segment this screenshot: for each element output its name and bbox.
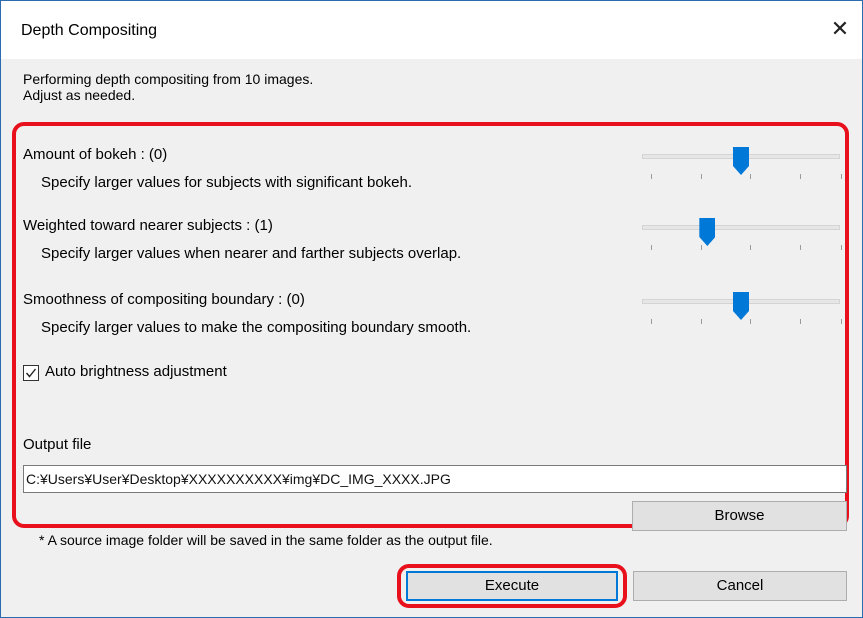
- boundary-smoothness-slider[interactable]: [642, 292, 843, 328]
- browse-button[interactable]: Browse: [632, 501, 847, 531]
- slider-track: [642, 225, 840, 230]
- intro-line-2: Adjust as needed.: [23, 87, 136, 103]
- window-title: Depth Compositing: [21, 22, 158, 39]
- title-bar: Depth Compositing ✕: [1, 1, 862, 59]
- slider-tick: [700, 174, 702, 179]
- depth-compositing-dialog: Depth Compositing ✕ Performing depth com…: [0, 0, 863, 618]
- slider-tick: [700, 245, 702, 250]
- slider-tick: [750, 319, 751, 324]
- close-icon[interactable]: ✕: [822, 11, 858, 47]
- slider-tick: [651, 319, 652, 324]
- output-file-label: Output file: [23, 436, 92, 453]
- bokeh-amount-slider[interactable]: [642, 147, 843, 183]
- output-note: * A source image folder will be saved in…: [39, 532, 493, 548]
- slider-tick: [799, 245, 801, 250]
- execute-button[interactable]: Execute: [406, 571, 618, 601]
- auto-brightness-label[interactable]: Auto brightness adjustment: [45, 363, 227, 380]
- slider-thumb[interactable]: [733, 292, 749, 320]
- slider-tick: [651, 245, 652, 250]
- auto-brightness-checkbox[interactable]: [23, 365, 39, 381]
- nearer-subjects-description: Specify larger values when nearer and fa…: [41, 245, 462, 262]
- slider-tick: [700, 319, 702, 324]
- slider-tick: [841, 174, 843, 179]
- boundary-smoothness-description: Specify larger values to make the compos…: [41, 319, 472, 336]
- nearer-subjects-label: Weighted toward nearer subjects : (1): [23, 217, 273, 234]
- slider-tick: [750, 174, 751, 179]
- slider-tick: [841, 319, 843, 324]
- boundary-smoothness-label: Smoothness of compositing boundary : (0): [23, 291, 305, 308]
- intro-line-1: Performing depth compositing from 10 ima…: [23, 71, 314, 87]
- slider-tick: [799, 174, 801, 179]
- slider-tick: [799, 319, 801, 324]
- slider-tick: [651, 174, 652, 179]
- output-path-field[interactable]: C:¥Users¥User¥Desktop¥XXXXXXXXXX¥img¥DC_…: [23, 465, 847, 493]
- cancel-button[interactable]: Cancel: [633, 571, 847, 601]
- bokeh-amount-label: Amount of bokeh : (0): [23, 146, 168, 163]
- intro-text: Performing depth compositing from 10 ima…: [23, 71, 313, 103]
- nearer-subjects-slider[interactable]: [642, 218, 843, 254]
- slider-thumb[interactable]: [699, 218, 716, 246]
- bokeh-amount-description: Specify larger values for subjects with …: [41, 174, 413, 191]
- checkmark-icon: [25, 368, 37, 378]
- slider-tick: [841, 245, 843, 250]
- slider-thumb[interactable]: [733, 147, 749, 175]
- slider-tick: [750, 245, 751, 250]
